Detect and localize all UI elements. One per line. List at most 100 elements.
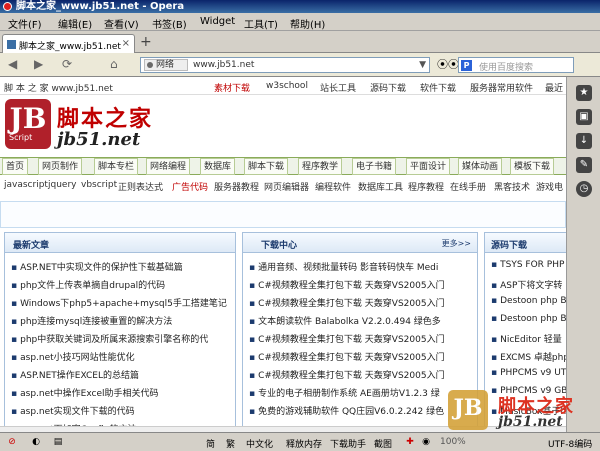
close-tab-icon[interactable]: × [122, 38, 130, 49]
main-nav-graphics[interactable]: 平面设计 [406, 158, 451, 175]
toplink-server-software[interactable]: 服务器常用软件 [470, 81, 533, 94]
list-item[interactable]: C#视频教程全集打包下载 天轰穿VS2005入门 [243, 296, 477, 309]
sub-nav-link[interactable]: 在线手册 [450, 180, 486, 193]
addon-icon[interactable]: ✚ [404, 436, 416, 448]
address-url[interactable]: www.jb51.net [193, 60, 254, 70]
list-item[interactable]: asp.net中操作Excel助手相关代码 [5, 386, 235, 399]
sub-nav-link[interactable]: 网页编辑器 [264, 180, 309, 193]
window-title-bar[interactable]: 脚本之家_www.jb51.net - Opera [0, 0, 600, 13]
status-simplified[interactable]: 简 [206, 437, 215, 450]
site-info-badge[interactable]: 网络 [144, 59, 188, 71]
menu-help[interactable]: 帮助(H) [290, 16, 325, 31]
new-tab-button[interactable]: + [140, 35, 152, 49]
sub-nav-link[interactable]: 数据库工具 [358, 180, 403, 193]
binoculars-icon[interactable]: ⦿⦿ [437, 57, 459, 73]
sub-nav-link[interactable]: 服务器教程 [214, 180, 259, 193]
sub-nav-link[interactable]: 游戏电 [536, 180, 563, 193]
menu-widget[interactable]: Widget [200, 16, 235, 27]
list-item[interactable]: ASP下将文字转 [485, 278, 566, 291]
downloads-panel-icon[interactable]: ↓ [576, 133, 592, 149]
history-panel-icon[interactable]: ◷ [576, 181, 592, 197]
home-icon[interactable]: ⌂ [110, 57, 118, 71]
list-item[interactable]: Windows下php5+apache+mysql5手工搭建笔记 [5, 296, 235, 309]
search-engine-icon[interactable]: P [461, 60, 472, 71]
more-link[interactable]: 更多>> [442, 238, 471, 249]
sub-nav-link[interactable]: javascript [4, 180, 48, 190]
menu-file[interactable]: 文件(F) [8, 16, 42, 31]
main-nav-teaching[interactable]: 程序教学 [298, 158, 343, 175]
tab-jb51[interactable]: 脚本之家_www.jb51.net × [2, 34, 135, 53]
main-nav-media[interactable]: 媒体动画 [458, 158, 503, 175]
back-icon[interactable]: ◀ [8, 57, 17, 71]
page-favicon-icon [7, 40, 16, 49]
main-nav-ebooks[interactable]: 电子书籍 [352, 158, 397, 175]
speed-dial-icon[interactable]: ▤ [52, 436, 64, 448]
toplink-material[interactable]: 素材下载 [214, 81, 250, 94]
search-input[interactable]: P 使用百度搜索 [458, 57, 574, 73]
toplink-source[interactable]: 源码下载 [370, 81, 406, 94]
main-nav-templates[interactable]: 模板下载 [510, 158, 555, 175]
list-item[interactable]: ASP.NET中实现文件的保护性下载基础篇 [5, 260, 235, 273]
list-item[interactable]: Destoon php B2 [485, 314, 566, 324]
zoom-level[interactable]: 100% [440, 437, 466, 447]
forward-icon[interactable]: ▶ [34, 57, 43, 71]
security-icon[interactable]: ⊘ [6, 436, 18, 448]
list-item[interactable]: asp.net实现文件下载的代码 [5, 404, 235, 417]
list-item[interactable]: php中获取关键词及所属来源搜索引擎名称的代 [5, 332, 235, 345]
chevron-down-icon[interactable]: ▼ [419, 60, 426, 70]
sub-nav-link[interactable]: 广告代码 [172, 180, 208, 193]
encoding-label[interactable]: UTF-8编码 [548, 437, 592, 450]
main-nav-script-download[interactable]: 脚本下载 [244, 158, 289, 175]
sub-nav-link[interactable]: jquery [48, 180, 76, 190]
menu-tools[interactable]: 工具(T) [244, 16, 278, 31]
site-logo[interactable]: JB Script 脚本之家 jb51.net [5, 99, 155, 157]
view-mode-icon[interactable]: ◐ [30, 436, 42, 448]
list-item[interactable]: TSYS FOR PHP [485, 260, 566, 270]
status-localize[interactable]: 中文化 [246, 437, 273, 450]
list-item[interactable]: 文本朗读软件 Balabolka V2.2.0.494 绿色多 [243, 314, 477, 327]
status-download-helper[interactable]: 下载助手 [330, 437, 366, 450]
list-item[interactable]: php文件上传表单摘自drupal的代码 [5, 278, 235, 291]
list-item[interactable]: C#视频教程全集打包下载 天轰穿VS2005入门 [243, 368, 477, 381]
notes-panel-icon[interactable]: ✎ [576, 157, 592, 173]
sub-nav-link[interactable]: 黑客技术 [494, 180, 530, 193]
main-nav-webdesign[interactable]: 网页制作 [38, 158, 83, 175]
list-item[interactable]: EXCMS 卓越php [485, 350, 566, 363]
tab-title: 脚本之家_www.jb51.net [19, 42, 121, 52]
list-item[interactable]: ASP.NET操作EXCEL的总结篇 [5, 368, 235, 381]
status-free-memory[interactable]: 释放内存 [286, 437, 322, 450]
menu-bookmarks[interactable]: 书签(B) [152, 16, 187, 31]
menu-edit[interactable]: 编辑(E) [58, 16, 92, 31]
sub-nav-link[interactable]: 编程软件 [315, 180, 351, 193]
bookmarks-panel-icon[interactable]: ★ [576, 85, 592, 101]
list-item[interactable]: php连接mysql连接被重置的解决方法 [5, 314, 235, 327]
toplink-tools[interactable]: 站长工具 [320, 81, 356, 94]
status-screenshot[interactable]: 截图 [374, 437, 392, 450]
list-item[interactable]: 通用音频、视频批量转码 影音转码快车 Medi [243, 260, 477, 273]
main-nav-home[interactable]: 首页 [2, 158, 29, 175]
main-nav-script[interactable]: 脚本专栏 [94, 158, 139, 175]
menu-view[interactable]: 查看(V) [104, 16, 139, 31]
list-item[interactable]: C#视频教程全集打包下载 天轰穿VS2005入门 [243, 350, 477, 363]
reload-icon[interactable]: ⟳ [62, 57, 72, 71]
main-nav-programming[interactable]: 网络编程 [146, 158, 191, 175]
list-item[interactable]: C#视频教程全集打包下载 天轰穿VS2005入门 [243, 278, 477, 291]
widgets-panel-icon[interactable]: ▣ [576, 109, 592, 125]
status-traditional[interactable]: 繁 [226, 437, 235, 450]
page-viewport[interactable]: 脚 本 之 家 www.jb51.net 素材下载 w3school 站长工具 … [0, 77, 566, 432]
list-item[interactable]: PHPCMS v9 UTF [485, 368, 566, 378]
list-item[interactable]: Destoon php B2 [485, 296, 566, 306]
toplink-w3school[interactable]: w3school [266, 81, 308, 91]
sub-nav-link[interactable]: 正则表达式 [118, 180, 163, 193]
sub-nav-link[interactable]: 程序教程 [408, 180, 444, 193]
list-item[interactable]: asp.net小技巧网站性能优化 [5, 350, 235, 363]
list-item[interactable]: C#视频教程全集打包下载 天轰穿VS2005入门 [243, 332, 477, 345]
sub-nav-link[interactable]: vbscript [81, 180, 117, 190]
main-nav-database[interactable]: 数据库 [200, 158, 236, 175]
side-panel: ★ ▣ ↓ ✎ ◷ [566, 77, 600, 432]
address-field[interactable]: 网络 www.jb51.net ▼ [140, 57, 430, 73]
toplink-software[interactable]: 软件下载 [420, 81, 456, 94]
toplink-recent[interactable]: 最近 [545, 81, 563, 94]
list-item[interactable]: NicEditor 轻量 [485, 332, 566, 345]
addon-icon[interactable]: ◉ [420, 436, 432, 448]
